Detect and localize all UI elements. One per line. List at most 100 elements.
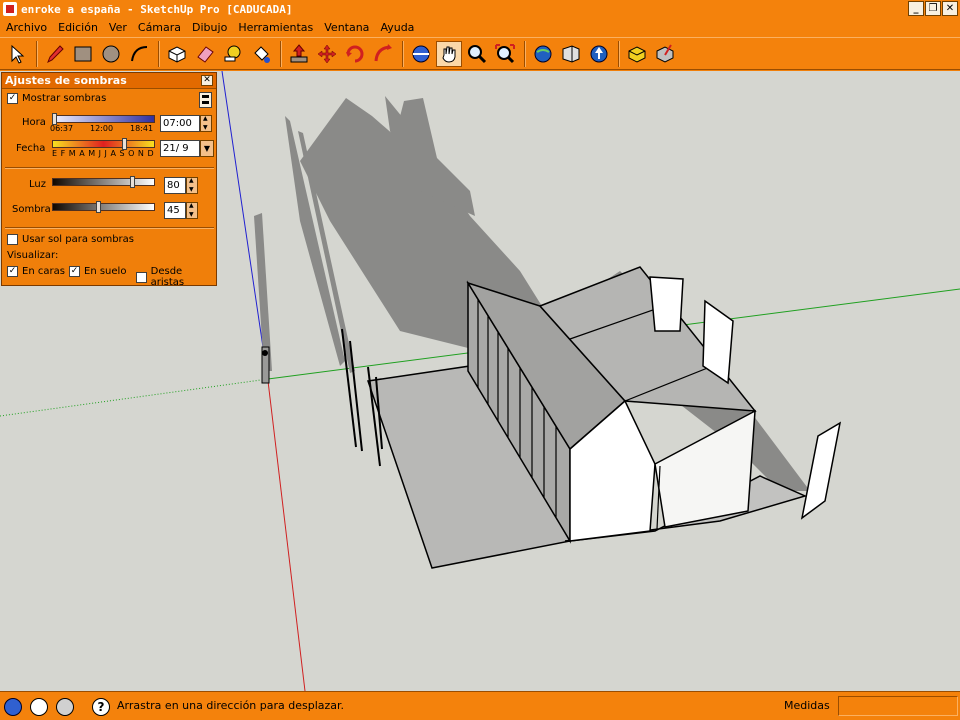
google-earth-icon[interactable] xyxy=(586,41,612,67)
luz-input[interactable]: 80 xyxy=(164,177,186,194)
hora-tick-left: 06:37 xyxy=(50,124,74,133)
toolbar-separator xyxy=(280,40,282,67)
toolbar-separator xyxy=(36,40,38,67)
luz-label: Luz xyxy=(29,179,46,190)
hora-tick-right: 18:41 xyxy=(130,124,154,133)
en-suelo-checkbox[interactable]: ✓ xyxy=(69,266,80,277)
pencil-icon[interactable] xyxy=(42,41,68,67)
tape-measure-icon[interactable] xyxy=(220,41,246,67)
panel-expand-toggle[interactable] xyxy=(199,92,212,108)
hora-tick-mid: 12:00 xyxy=(90,124,114,133)
building-end-right xyxy=(654,409,756,528)
circle-icon[interactable] xyxy=(98,41,124,67)
toolbar-separator xyxy=(158,40,160,67)
offset-icon[interactable] xyxy=(370,41,396,67)
luz-slider-thumb[interactable] xyxy=(130,176,136,188)
sombra-slider[interactable] xyxy=(52,203,155,211)
panel-divider xyxy=(5,227,214,229)
sombra-label: Sombra xyxy=(12,204,51,215)
desde-aristas-label: Desde aristas xyxy=(150,266,185,288)
use-sun-checkbox[interactable] xyxy=(7,234,18,245)
restore-button[interactable]: ❐ xyxy=(925,1,941,16)
menu-ventana[interactable]: Ventana xyxy=(324,21,369,34)
menu-camara[interactable]: Cámara xyxy=(138,21,181,34)
use-sun-row: Usar sol para sombras xyxy=(7,234,134,245)
user-account-icon[interactable] xyxy=(56,698,74,716)
orbit-icon[interactable] xyxy=(408,41,434,67)
fecha-slider[interactable] xyxy=(52,140,155,148)
share-component-icon[interactable] xyxy=(652,41,678,67)
menu-ver[interactable]: Ver xyxy=(109,21,127,34)
shadow-settings-panel: Ajustes de sombras ✕ ✓ Mostrar sombras H… xyxy=(1,72,217,288)
hora-input[interactable]: 07:00 xyxy=(160,115,200,132)
person-figure xyxy=(261,346,270,384)
status-hint: Arrastra en una dirección para desplazar… xyxy=(117,699,345,712)
en-caras-label: En caras xyxy=(22,266,65,277)
hora-spinner[interactable] xyxy=(200,115,212,132)
get-component-icon[interactable] xyxy=(624,41,650,67)
desde-aristas-row: Desde aristas xyxy=(136,266,216,288)
panel-divider xyxy=(5,167,214,169)
menu-herramientas[interactable]: Herramientas xyxy=(238,21,313,34)
fecha-months: E F M A M J J A S O N D xyxy=(52,149,155,158)
en-suelo-row: ✓ En suelo xyxy=(69,266,126,277)
share-model-icon[interactable] xyxy=(558,41,584,67)
zoom-extents-icon[interactable] xyxy=(492,41,518,67)
get-models-icon[interactable] xyxy=(530,41,556,67)
en-caras-checkbox[interactable]: ✓ xyxy=(7,266,18,277)
paint-bucket-icon[interactable] xyxy=(248,41,274,67)
arc-icon[interactable] xyxy=(126,41,152,67)
title-bar: enroke a españa - SketchUp Pro [CADUCADA… xyxy=(0,0,960,18)
menu-archivo[interactable]: Archivo xyxy=(6,21,47,34)
show-shadows-checkbox[interactable]: ✓ xyxy=(7,93,18,104)
fecha-dropdown-button[interactable]: ▼ xyxy=(200,140,214,157)
help-question-icon[interactable]: ? xyxy=(92,698,110,716)
status-bar: ? Arrastra en una dirección para desplaz… xyxy=(0,691,960,720)
show-shadows-row: ✓ Mostrar sombras xyxy=(7,93,106,104)
red-axis xyxy=(267,380,306,691)
rotate-icon[interactable] xyxy=(342,41,368,67)
en-suelo-label: En suelo xyxy=(84,266,127,277)
measurements-input[interactable] xyxy=(838,696,958,716)
visualizar-label: Visualizar: xyxy=(7,250,59,261)
rectangle-icon[interactable] xyxy=(70,41,96,67)
main-toolbar xyxy=(0,37,960,70)
zoom-icon[interactable] xyxy=(464,41,490,67)
menu-ayuda[interactable]: Ayuda xyxy=(380,21,414,34)
menu-dibujo[interactable]: Dibujo xyxy=(192,21,227,34)
show-shadows-label: Mostrar sombras xyxy=(22,93,107,104)
sombra-spinner[interactable] xyxy=(186,202,198,219)
hora-label: Hora xyxy=(22,117,46,128)
green-axis-negative xyxy=(0,378,269,417)
sombra-input[interactable]: 45 xyxy=(164,202,186,219)
toolbar-separator xyxy=(524,40,526,67)
hora-slider[interactable] xyxy=(52,115,155,123)
panel-close-button[interactable]: ✕ xyxy=(201,75,213,86)
pan-hand-icon[interactable] xyxy=(436,40,462,67)
toolbar-separator xyxy=(618,40,620,67)
en-caras-row: ✓ En caras xyxy=(7,266,65,277)
make-component-icon[interactable] xyxy=(164,41,190,67)
fecha-input[interactable]: 21/ 9 xyxy=(160,140,200,157)
eraser-icon[interactable] xyxy=(192,41,218,67)
push-pull-icon[interactable] xyxy=(286,41,312,67)
panel-title: Ajustes de sombras xyxy=(5,74,127,87)
menu-bar: Archivo Edición Ver Cámara Dibujo Herram… xyxy=(0,18,960,37)
geo-location-icon[interactable] xyxy=(4,698,22,716)
luz-slider[interactable] xyxy=(52,178,155,186)
close-button[interactable]: ✕ xyxy=(942,1,958,16)
minimize-button[interactable]: _ xyxy=(908,1,924,16)
fecha-label: Fecha xyxy=(16,143,46,154)
window-controls: _ ❐ ✕ xyxy=(908,1,958,16)
luz-spinner[interactable] xyxy=(186,177,198,194)
panel-header: Ajustes de sombras ✕ xyxy=(2,73,216,89)
measurements-label: Medidas xyxy=(784,699,830,712)
menu-edicion[interactable]: Edición xyxy=(58,21,98,34)
select-arrow-icon[interactable] xyxy=(4,41,30,67)
use-sun-label: Usar sol para sombras xyxy=(22,234,134,245)
desde-aristas-checkbox[interactable] xyxy=(136,271,147,283)
move-icon[interactable] xyxy=(314,41,340,67)
credits-icon[interactable] xyxy=(30,698,48,716)
sketchup-logo-icon xyxy=(3,2,17,16)
sombra-slider-thumb[interactable] xyxy=(96,201,102,213)
